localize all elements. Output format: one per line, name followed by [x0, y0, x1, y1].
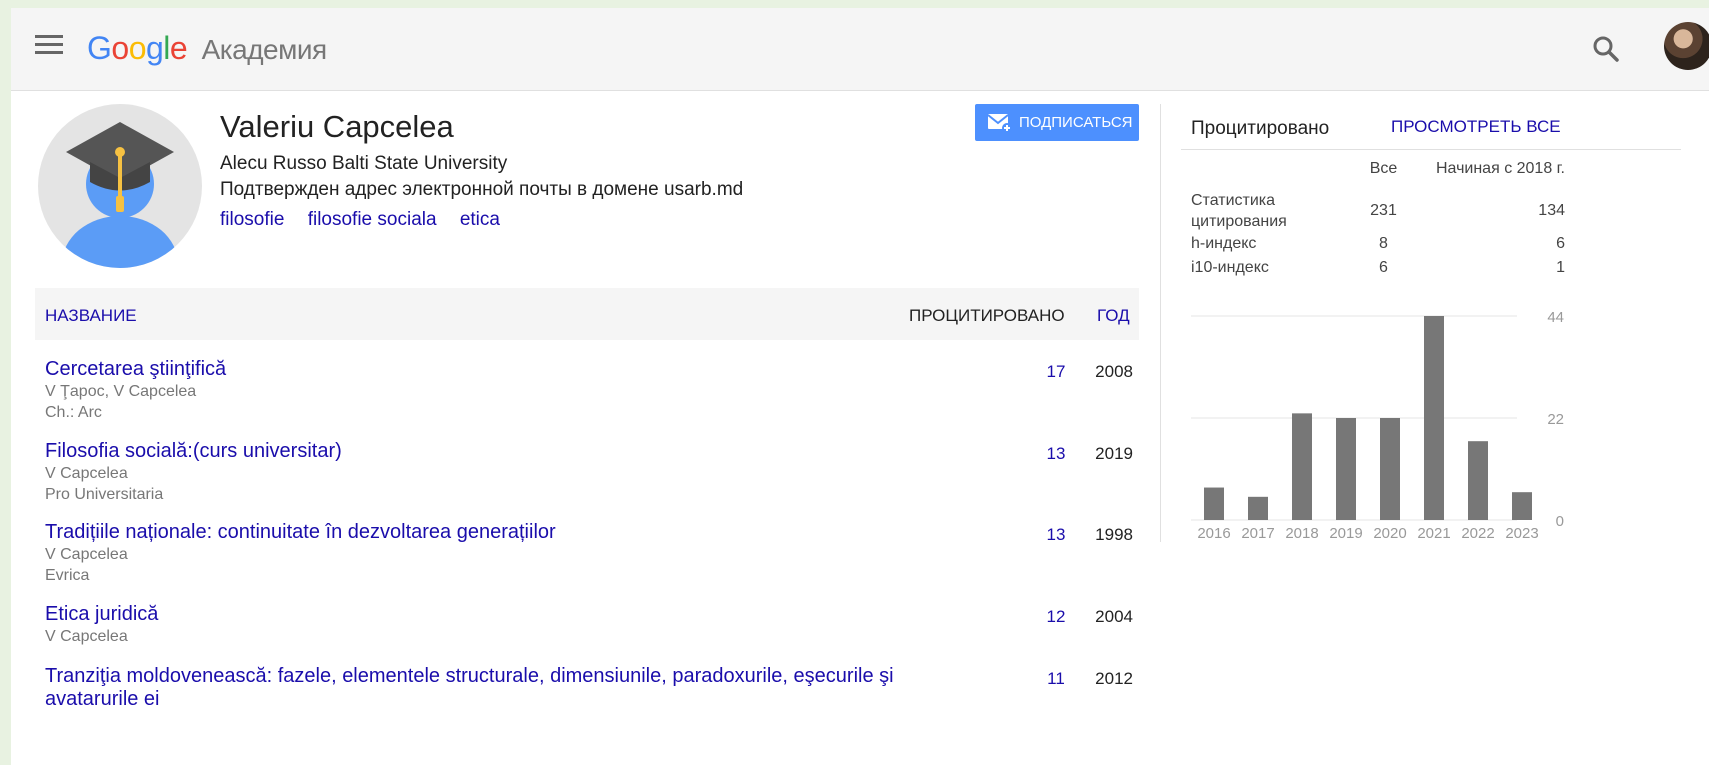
- profile-affiliation: Alecu Russo Balti State University: [220, 153, 508, 174]
- bar-2022[interactable]: [1468, 441, 1488, 520]
- article-year: 2008: [1095, 362, 1133, 381]
- scholar-logo[interactable]: Google Академия: [87, 30, 327, 67]
- account-avatar[interactable]: [1664, 22, 1709, 70]
- divider: [1181, 149, 1681, 150]
- x-tick-label: 2022: [1461, 525, 1494, 542]
- x-tick-label: 2021: [1417, 525, 1450, 542]
- bar-2023[interactable]: [1512, 492, 1532, 520]
- article-authors: V Capcelea: [45, 546, 128, 563]
- article-title-link[interactable]: Etica juridică: [45, 603, 925, 626]
- article-authors: V Ţapoc, V Capcelea: [45, 383, 197, 400]
- stat-all-value: 6: [1379, 259, 1388, 276]
- stat-all-value: 231: [1370, 202, 1397, 219]
- top-bar: Google Академия: [11, 8, 1709, 91]
- stat-label: h-индекс: [1191, 235, 1257, 252]
- article-year: 1998: [1095, 525, 1133, 544]
- citations-title: Процитировано: [1191, 118, 1330, 139]
- article-cited-count[interactable]: 17: [1035, 362, 1077, 382]
- stat-label-line: Статистика: [1191, 192, 1276, 209]
- x-tick-label: 2018: [1285, 525, 1318, 542]
- interest-link[interactable]: filosofie sociala: [308, 209, 437, 230]
- stat-all-value: 8: [1379, 235, 1388, 252]
- bar-2016[interactable]: [1204, 487, 1224, 520]
- stat-since-value: 1: [1556, 259, 1565, 276]
- stats-col-since: Начиная с 2018 г.: [1435, 160, 1565, 177]
- search-icon[interactable]: [1591, 34, 1621, 64]
- view-all-link[interactable]: ПРОСМОТРЕТЬ ВСЕ: [1391, 117, 1561, 137]
- stat-label-line: цитирования: [1191, 213, 1287, 230]
- bar-2021[interactable]: [1424, 316, 1444, 520]
- stat-since-value: 134: [1538, 202, 1565, 219]
- article-cited-count[interactable]: 13: [1035, 444, 1077, 464]
- x-tick-label: 2017: [1241, 525, 1274, 542]
- citations-bar-chart: 44 22 0 2016 2017 2018 2019 2020 2021 2022 2023: [1191, 309, 1564, 542]
- article-year: 2012: [1095, 669, 1133, 688]
- mail-icon: [987, 113, 1012, 133]
- y-tick-label: 44: [1547, 309, 1564, 326]
- follow-button[interactable]: ПОДПИСАТЬСЯ: [975, 104, 1139, 141]
- profile-name: Valeriu Capcelea: [220, 109, 454, 144]
- x-tick-label: 2020: [1373, 525, 1406, 542]
- column-divider: [1160, 104, 1161, 542]
- stat-label: i10-индекс: [1191, 259, 1269, 276]
- stats-col-all: Все: [1369, 160, 1398, 177]
- sort-by-title[interactable]: НАЗВАНИЕ: [45, 306, 137, 326]
- bar-2018[interactable]: [1292, 413, 1312, 520]
- article-year: 2019: [1095, 444, 1133, 463]
- y-tick-label: 0: [1556, 513, 1564, 530]
- article-cited-count[interactable]: 12: [1035, 607, 1077, 627]
- bar-2020[interactable]: [1380, 418, 1400, 520]
- bar-2017[interactable]: [1248, 496, 1268, 520]
- article-cited-count[interactable]: 11: [1035, 669, 1077, 689]
- article-title-link[interactable]: Filosofia socială:(curs universitar): [45, 440, 925, 463]
- x-tick-label: 2023: [1505, 525, 1538, 542]
- x-tick-label: 2016: [1197, 525, 1230, 542]
- profile-interests: filosofie filosofie sociala etica: [220, 209, 518, 231]
- article-venue: Pro Universitaria: [45, 486, 164, 503]
- follow-label: ПОДПИСАТЬСЯ: [1019, 114, 1133, 131]
- article-year: 2004: [1095, 607, 1133, 626]
- articles-table-header: НАЗВАНИЕ ПРОЦИТИРОВАНО ГОД: [35, 288, 1139, 340]
- logo-product-name: Академия: [201, 34, 328, 65]
- article-venue: Ch.: Arc: [45, 404, 102, 421]
- stat-label: Статистика цитирования: [1191, 192, 1287, 231]
- article-title-link[interactable]: Tradițiile naționale: continuitate în de…: [45, 521, 925, 544]
- x-tick-label: 2019: [1329, 525, 1362, 542]
- stat-since-value: 6: [1556, 235, 1565, 252]
- page-window: Google Академия Valeriu Capcelea Alecu R…: [11, 8, 1709, 765]
- article-cited-count[interactable]: 13: [1035, 525, 1077, 545]
- article-title-link[interactable]: Tranziţia moldovenească: fazele, element…: [45, 665, 925, 711]
- interest-link[interactable]: etica: [460, 209, 500, 230]
- profile-photo-placeholder: [38, 104, 202, 268]
- menu-icon[interactable]: [35, 35, 63, 59]
- article-authors: V Capcelea: [45, 465, 128, 482]
- bar-2019[interactable]: [1336, 418, 1356, 520]
- article-venue: Evrica: [45, 567, 90, 584]
- sort-by-cited[interactable]: ПРОЦИТИРОВАНО: [909, 306, 1065, 326]
- article-title-link[interactable]: Cercetarea ştiinţifică: [45, 358, 925, 381]
- sort-by-year[interactable]: ГОД: [1097, 306, 1130, 326]
- article-authors: V Capcelea: [45, 628, 128, 645]
- y-tick-label: 22: [1547, 411, 1564, 428]
- profile-email-verified: Подтвержден адрес электронной почты в до…: [220, 179, 744, 200]
- interest-link[interactable]: filosofie: [220, 209, 284, 230]
